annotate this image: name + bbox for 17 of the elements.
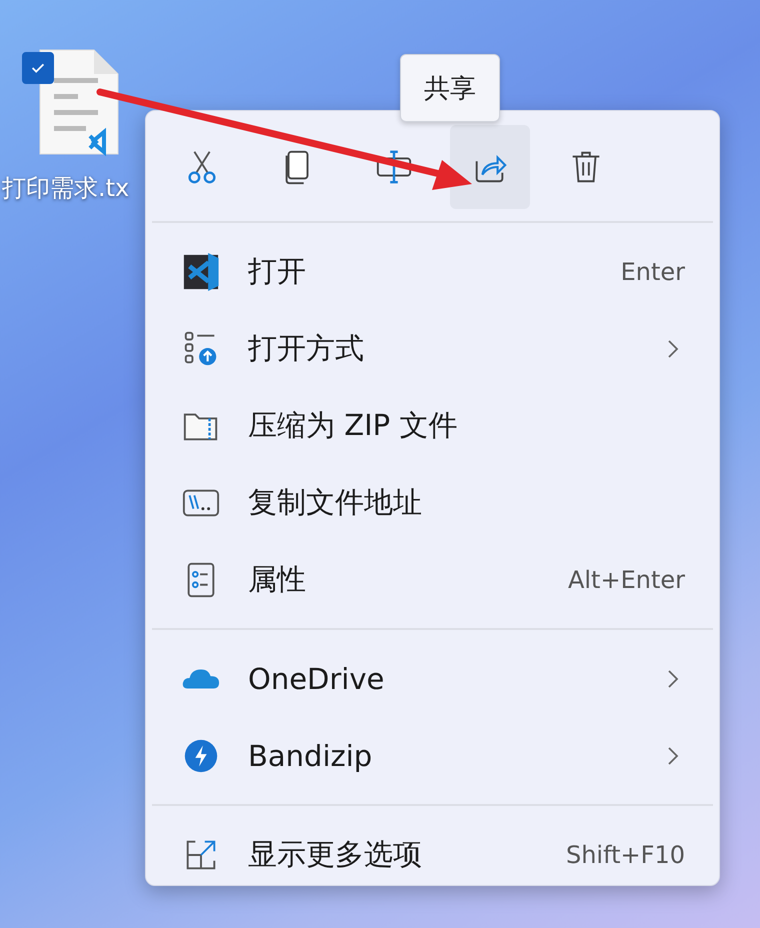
selection-checkbox[interactable] (22, 52, 54, 84)
share-button[interactable] (450, 125, 530, 209)
shortcut-text: Shift+F10 (566, 840, 685, 868)
code-editor-icon (182, 252, 220, 290)
menu-item[interactable]: OneDrive (146, 640, 719, 717)
shortcut-text: Alt+Enter (568, 566, 685, 594)
menu-item[interactable]: 打开 Enter (146, 233, 719, 310)
file-name: 打印需求.tx (2, 173, 130, 204)
menu-item[interactable]: 压缩为 ZIP 文件 (146, 387, 719, 464)
menu-item[interactable]: 属性 Alt+Enter (146, 541, 719, 618)
tooltip: 共享 (400, 54, 500, 122)
menu-item[interactable]: 打开方式 (146, 310, 719, 387)
menu-item[interactable]: 复制文件地址 (146, 464, 719, 541)
menu-item[interactable]: 显示更多选项 Shift+F10 (146, 816, 719, 893)
menu-item[interactable]: Bandizip (146, 717, 719, 794)
rename-icon (375, 148, 413, 186)
shortcut-text: Enter (620, 258, 685, 286)
